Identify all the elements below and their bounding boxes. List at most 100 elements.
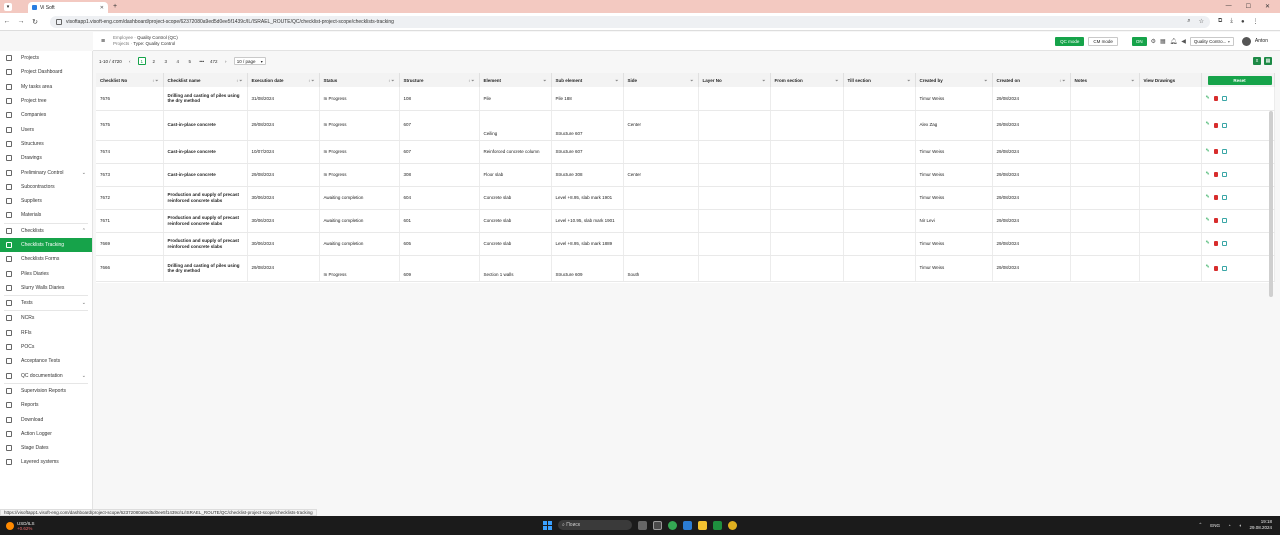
sidebar-item-projects[interactable]: Projects — [0, 51, 92, 65]
chevron-down-icon[interactable]: ⌄ — [82, 373, 86, 379]
clock[interactable]: 19:18 29.08.2024 — [1249, 519, 1272, 531]
sidebar-item-drawings[interactable]: Drawings — [0, 151, 92, 165]
delete-icon[interactable] — [1213, 241, 1218, 246]
column-header-created-on[interactable]: Created on ↕ ⏷ — [992, 73, 1071, 87]
table-row[interactable]: 7675 Cast-in-place concrete 29/08/2024 In P… — [96, 110, 1275, 141]
vertical-scrollbar[interactable] — [1269, 111, 1273, 297]
sidebar-item-pocs[interactable]: POCs — [0, 340, 92, 354]
filter-icon[interactable]: ⏷ — [1131, 78, 1134, 83]
sidebar-item-materials[interactable]: Materials — [0, 208, 92, 222]
sidebar-item-my-tasks[interactable]: My tasks area — [0, 80, 92, 94]
sidebar-item-suppliers[interactable]: Suppliers — [0, 194, 92, 208]
page-5[interactable]: 5 — [186, 57, 194, 65]
delete-icon[interactable] — [1213, 265, 1218, 271]
page-2[interactable]: 2 — [150, 57, 158, 65]
table-row[interactable]: 7671 Production and supply of precast rei… — [96, 209, 1275, 233]
project-select[interactable]: Quality Contro... ▾ — [1189, 36, 1234, 46]
back-icon[interactable]: ← — [0, 18, 14, 25]
column-header-side[interactable]: Side ⏷ — [623, 73, 699, 87]
sort-filter-icon[interactable]: ↕ ⏷ — [236, 78, 242, 83]
cm-mode-button[interactable]: CM mode — [1088, 36, 1118, 46]
filter-icon[interactable]: ⏷ — [907, 78, 910, 83]
open-external-icon[interactable] — [1221, 172, 1227, 177]
browser-tab[interactable]: Vi Soft ✕ — [28, 2, 108, 13]
page-4[interactable]: 4 — [174, 57, 182, 65]
tab-menu-icon[interactable]: ▾ — [4, 2, 12, 11]
sidebar-item-checklists-tracking[interactable]: Checklists Tracking — [0, 237, 92, 253]
open-external-icon[interactable] — [1221, 122, 1227, 128]
megaphone-icon[interactable]: ◀ — [1181, 38, 1186, 45]
sidebar-item-action-logger[interactable]: Action Logger — [0, 427, 92, 441]
maximize-icon[interactable]: ☐ — [1246, 3, 1251, 10]
breadcrumb-qc[interactable]: Quality Control (QC) — [137, 35, 178, 40]
column-header-execution-date[interactable]: Execution date ↕ ⏷ — [247, 73, 320, 87]
edit-icon[interactable]: ✎ — [1206, 265, 1210, 271]
table-row[interactable]: 7676 Drilling and casting of piles using … — [96, 87, 1275, 111]
settings-icon[interactable]: ⚙ — [1151, 38, 1156, 45]
edit-icon[interactable]: ✎ — [1206, 194, 1210, 201]
reload-icon[interactable]: ↻ — [28, 18, 42, 26]
sort-filter-icon[interactable]: ↕ ⏷ — [152, 78, 158, 83]
filter-icon[interactable]: ⏷ — [690, 78, 693, 83]
edit-icon[interactable]: ✎ — [1206, 95, 1210, 102]
zoom-icon[interactable]: ⌕ — [1187, 18, 1190, 25]
chrome-app-icon[interactable] — [668, 520, 677, 530]
terminal-app-icon[interactable] — [653, 520, 662, 530]
sort-filter-icon[interactable]: ↕ ⏷ — [388, 78, 394, 83]
chevron-up-icon[interactable]: ⌃ — [82, 228, 86, 234]
chrome-canary-app-icon[interactable] — [728, 520, 737, 530]
close-window-icon[interactable]: ✕ — [1265, 3, 1270, 10]
qc-mode-button[interactable]: QC mode — [1055, 36, 1085, 46]
site-info-icon[interactable] — [56, 18, 62, 25]
sidebar-item-stage-dates[interactable]: Stage Dates — [0, 441, 92, 455]
sort-filter-icon[interactable]: ↕ ⏷ — [468, 78, 474, 83]
bell-icon[interactable]: 🔔︎ — [1170, 38, 1178, 45]
taskbar-search[interactable]: ⌕ Поиск — [558, 520, 632, 530]
sidebar-item-tests[interactable]: Tests ⌄ — [0, 296, 92, 310]
open-external-icon[interactable] — [1221, 149, 1227, 154]
sidebar-item-acceptance-tests[interactable]: Acceptance Tests — [0, 354, 92, 368]
column-header-sub-element[interactable]: Sub element ⏷ — [551, 73, 624, 87]
sidebar-item-rfis[interactable]: RFIs — [0, 326, 92, 340]
column-header-layer-no[interactable]: Layer No ⏷ — [698, 73, 771, 87]
sidebar-item-download[interactable]: Download — [0, 412, 92, 426]
edit-icon[interactable]: ✎ — [1206, 240, 1210, 247]
hamburger-menu-icon[interactable]: ≡ — [95, 38, 111, 45]
browser-menu-icon[interactable]: ⋮ — [1253, 18, 1259, 25]
page-last[interactable]: 472 — [210, 57, 218, 65]
sidebar-item-slurry-walls-diaries[interactable]: Slurry Walls Diaries — [0, 281, 92, 295]
delete-icon[interactable] — [1213, 172, 1218, 177]
edit-icon[interactable]: ✎ — [1206, 171, 1210, 178]
sidebar-item-supervision-reports[interactable]: Supervision Reports — [0, 384, 92, 398]
filter-icon[interactable]: ⏷ — [984, 78, 987, 83]
excel-app-icon[interactable] — [713, 520, 722, 530]
page-3[interactable]: 3 — [162, 57, 170, 65]
column-header-structure[interactable]: Structure ↕ ⏷ — [399, 73, 480, 87]
prev-page-icon[interactable]: ‹ — [126, 57, 134, 65]
edit-icon[interactable]: ✎ — [1206, 122, 1210, 128]
open-external-icon[interactable] — [1221, 265, 1227, 271]
sort-filter-icon[interactable]: ↕ ⏷ — [308, 78, 314, 83]
profile-icon[interactable]: ● — [1241, 19, 1245, 25]
tray-overflow-icon[interactable]: ⌃ — [1198, 522, 1202, 528]
page-1[interactable]: 1 — [137, 57, 146, 65]
task-view-icon[interactable] — [638, 520, 647, 530]
reset-button[interactable]: Reset — [1207, 75, 1272, 85]
open-external-icon[interactable] — [1221, 218, 1227, 223]
sidebar-item-users[interactable]: Users — [0, 122, 92, 136]
table-row[interactable]: 7669 Production and supply of precast rei… — [96, 232, 1275, 256]
minimize-icon[interactable]: — — [1226, 3, 1232, 10]
new-tab-icon[interactable]: + — [113, 3, 117, 10]
sidebar-item-layered-systems[interactable]: Layered systems — [0, 455, 92, 469]
delete-icon[interactable] — [1213, 122, 1218, 128]
sidebar-item-project-tree[interactable]: Project tree — [0, 94, 92, 108]
open-external-icon[interactable] — [1221, 95, 1227, 101]
sidebar-item-checklists[interactable]: Checklists ⌃ — [0, 224, 92, 238]
page-ellipsis[interactable]: ••• — [198, 57, 206, 65]
close-tab-icon[interactable]: ✕ — [100, 5, 104, 11]
stock-widget[interactable]: USD/ILS +0.62% — [6, 521, 35, 531]
delete-icon[interactable] — [1213, 195, 1218, 200]
next-page-icon[interactable]: › — [222, 57, 230, 65]
sidebar-item-reports[interactable]: Reports — [0, 398, 92, 412]
extensions-icon[interactable]: ⧉ — [1218, 18, 1222, 25]
